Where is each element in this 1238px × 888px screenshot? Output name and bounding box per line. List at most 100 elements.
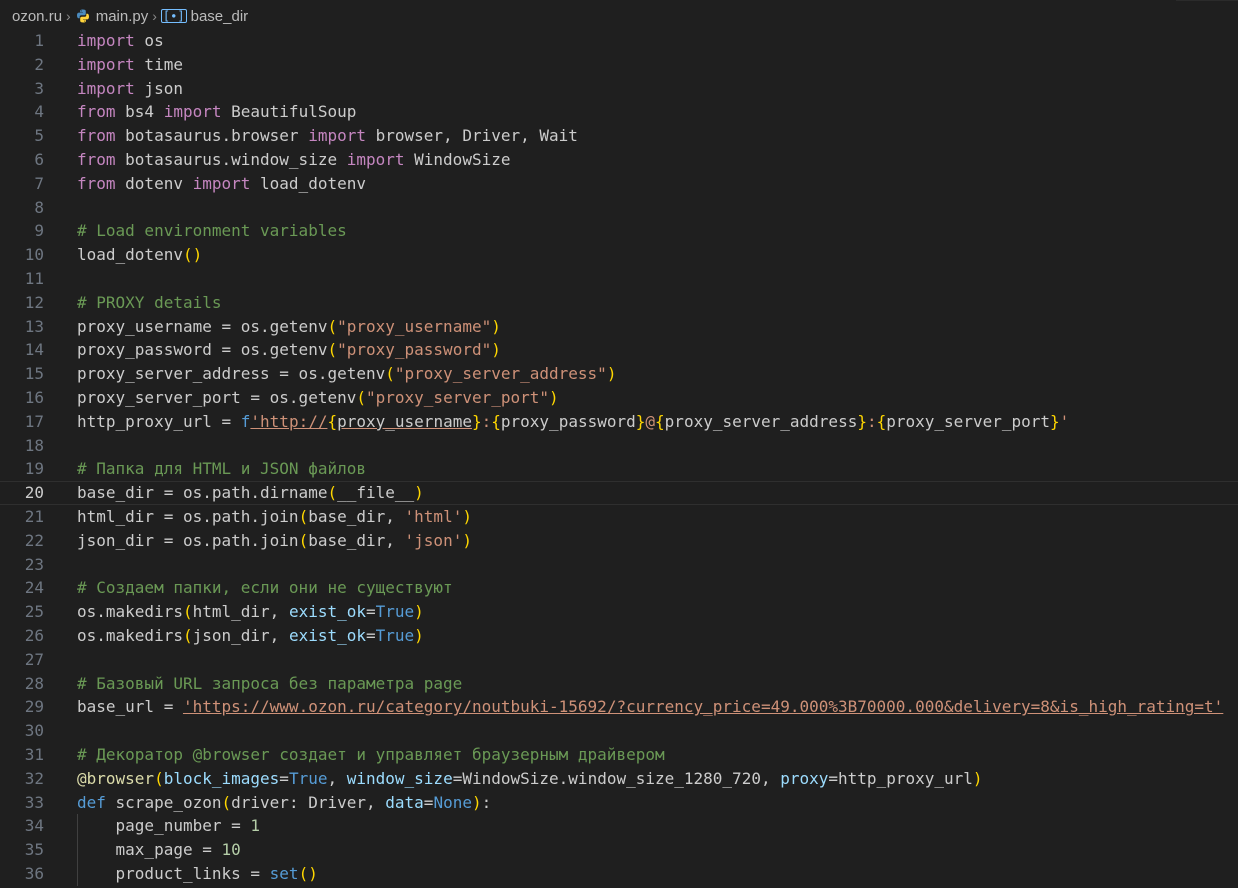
code-line[interactable]: 22 json_dir = os.path.join(base_dir, 'jso…: [0, 529, 1238, 553]
code-line[interactable]: 19 # Папка для HTML и JSON файлов: [0, 457, 1238, 481]
code-line[interactable]: 29 base_url = 'https://www.ozon.ru/catego…: [0, 695, 1238, 719]
breadcrumb-file[interactable]: main.py: [96, 8, 149, 25]
code-token: ): [491, 316, 501, 336]
code-text: from botasaurus.browser import browser, …: [77, 124, 578, 148]
code-line[interactable]: 28 # Базовый URL запроса без параметра pa…: [0, 672, 1238, 696]
code-line[interactable]: 27: [0, 648, 1238, 672]
code-text: page_number = 1: [77, 814, 261, 838]
line-number: 30: [24, 721, 44, 741]
code-line[interactable]: 18: [0, 434, 1238, 458]
code-text: # PROXY details: [77, 291, 222, 315]
code-token: __file__: [337, 483, 415, 503]
code-line[interactable]: 5 from botasaurus.browser import browser,…: [0, 124, 1238, 148]
code-line[interactable]: 33 def scrape_ozon(driver: Driver, data=N…: [0, 791, 1238, 815]
code-line[interactable]: 24 # Создаем папки, если они не существую…: [0, 576, 1238, 600]
code-line[interactable]: 4 from bs4 import BeautifulSoup: [0, 100, 1238, 124]
code-editor[interactable]: 1 import os 2 import time 3 import json 4 from …: [0, 29, 1238, 888]
code-line[interactable]: 20 base_dir = os.path.dirname(__file__): [0, 481, 1238, 505]
code-line[interactable]: 35 max_page = 10: [0, 838, 1238, 862]
code-token: import: [192, 173, 251, 193]
code-text: os.makedirs(html_dir, exist_ok=True): [77, 600, 424, 624]
code-token: (: [298, 507, 309, 526]
code-token: =: [279, 768, 289, 788]
line-number: 7: [34, 173, 44, 193]
code-line[interactable]: 13 proxy_username = os.getenv("proxy_user…: [0, 315, 1238, 339]
line-number: 20: [24, 483, 44, 503]
code-line[interactable]: 31 # Декоратор @browser создает и управля…: [0, 743, 1238, 767]
code-text: html_dir = os.path.join(base_dir, 'html'…: [77, 505, 472, 529]
code-token: import: [77, 54, 135, 74]
python-icon: [75, 8, 91, 24]
line-number: 5: [34, 126, 44, 146]
code-line[interactable]: 23: [0, 553, 1238, 577]
chevron-right-icon: ›: [152, 8, 157, 24]
code-line[interactable]: 34 page_number = 1: [0, 814, 1238, 838]
code-text: from botasaurus.window_size import Windo…: [77, 148, 510, 172]
code-text: proxy_server_address = os.getenv("proxy_…: [77, 362, 616, 386]
code-token: =: [366, 626, 376, 645]
line-number: 8: [34, 197, 44, 217]
code-text: # Папка для HTML и JSON файлов: [77, 457, 366, 481]
code-token: (: [182, 626, 193, 645]
code-line[interactable]: 12 # PROXY details: [0, 291, 1238, 315]
code-line[interactable]: 8: [0, 196, 1238, 220]
code-line[interactable]: 2 import time: [0, 53, 1238, 77]
line-number: 14: [24, 340, 44, 360]
code-line[interactable]: 10 load_dotenv(): [0, 243, 1238, 267]
code-token: base_url =: [77, 697, 183, 717]
line-number: 1: [34, 31, 44, 50]
code-token: (: [221, 792, 232, 812]
breadcrumb-folder[interactable]: ozon.ru: [12, 8, 62, 25]
line-number: 21: [24, 507, 44, 526]
code-line[interactable]: 14 proxy_password = os.getenv("proxy_pass…: [0, 338, 1238, 362]
code-line[interactable]: 16 proxy_server_port = os.getenv("proxy_s…: [0, 386, 1238, 410]
code-token: 'json': [404, 530, 463, 550]
line-number: 27: [24, 649, 44, 669]
code-token: @: [645, 411, 656, 431]
code-token: (: [182, 602, 193, 622]
code-line[interactable]: 3 import json: [0, 77, 1238, 101]
code-token: ): [491, 340, 501, 360]
code-token: ): [414, 483, 424, 503]
code-token: 1: [250, 816, 261, 836]
code-text: # Декоратор @browser создает и управляет…: [77, 743, 665, 767]
code-line[interactable]: 15 proxy_server_address = os.getenv("prox…: [0, 362, 1238, 386]
code-token: BeautifulSoup: [221, 102, 357, 122]
line-number: 28: [24, 673, 44, 693]
line-number: 3: [34, 78, 44, 98]
code-token: window_size: [346, 768, 453, 788]
code-token: "proxy_server_address": [394, 364, 607, 384]
code-token: (: [356, 388, 366, 407]
line-number: 6: [34, 150, 44, 169]
code-token: ): [471, 792, 482, 812]
code-token: =: [423, 792, 434, 812]
line-number: 32: [24, 768, 44, 788]
breadcrumb-symbol[interactable]: base_dir: [191, 8, 249, 25]
code-token: =: [366, 602, 376, 622]
code-token: botasaurus.browser: [115, 126, 309, 146]
code-text: @browser(block_images=True, window_size=…: [77, 767, 983, 791]
code-line[interactable]: 30: [0, 719, 1238, 743]
code-line[interactable]: 17 http_proxy_url = f'http://{proxy_usern…: [0, 410, 1238, 434]
code-token: from: [77, 173, 116, 193]
code-line[interactable]: 36 product_links = set(): [0, 862, 1238, 886]
code-line[interactable]: 6 from botasaurus.window_size import Wind…: [0, 148, 1238, 172]
code-line[interactable]: 21 html_dir = os.path.join(base_dir, 'htm…: [0, 505, 1238, 529]
code-token: exist_ok: [288, 626, 366, 645]
code-token: browser, Driver, Wait: [365, 126, 578, 146]
code-token: ): [972, 768, 983, 788]
code-line[interactable]: 25 os.makedirs(html_dir, exist_ok=True): [0, 600, 1238, 624]
code-line[interactable]: 1 import os: [0, 29, 1238, 53]
code-line[interactable]: 32 @browser(block_images=True, window_siz…: [0, 767, 1238, 791]
code-line[interactable]: 7 from dotenv import load_dotenv: [0, 172, 1238, 196]
code-line[interactable]: 26 os.makedirs(json_dir, exist_ok=True): [0, 624, 1238, 648]
code-token: data: [385, 792, 424, 812]
code-token: None: [433, 792, 472, 812]
code-token: True: [288, 768, 328, 788]
line-number: 18: [24, 435, 44, 455]
code-token: base_dir = os.path.dirname: [77, 483, 328, 503]
code-token: # Декоратор @browser создает и управляет…: [77, 745, 665, 764]
indent-guide: [77, 814, 78, 886]
code-line[interactable]: 9 # Load environment variables: [0, 219, 1238, 243]
code-line[interactable]: 11: [0, 267, 1238, 291]
